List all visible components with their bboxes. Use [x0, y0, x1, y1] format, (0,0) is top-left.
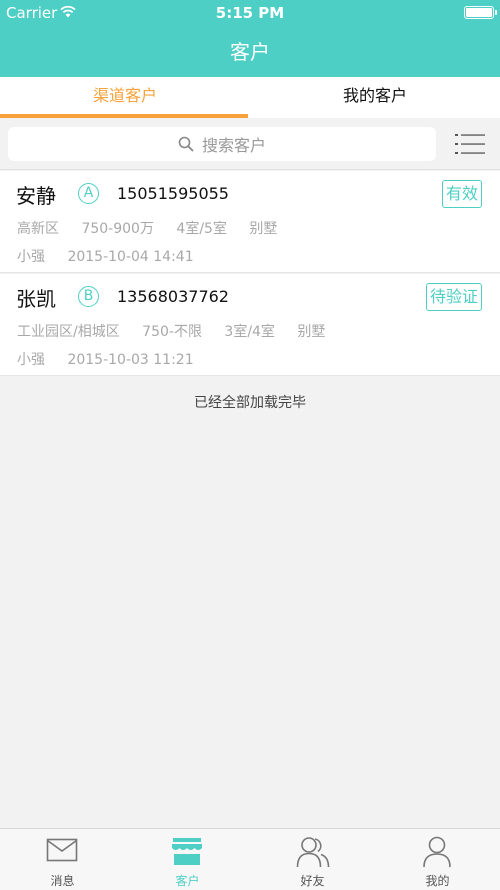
tabbar-label: 消息	[50, 874, 75, 888]
agent-name: 小强	[17, 352, 45, 368]
customer-name: 张凯	[16, 287, 56, 311]
room-layout: 3室/4室	[224, 324, 275, 340]
budget: 750-不限	[142, 324, 202, 340]
search-row: 搜索客户	[0, 118, 500, 170]
nav-header: Carrier 5:15 PM 客户	[0, 0, 500, 77]
customer-name: 安静	[16, 184, 56, 208]
friends-icon	[296, 837, 330, 868]
grade-badge: A	[78, 183, 99, 204]
customer-footer: 小强 2015-10-04 14:41	[17, 246, 212, 266]
customer-requirements: 工业园区/相城区 750-不限 3室/4室 别墅	[17, 321, 343, 341]
customer-card[interactable]: 安静 A 15051595055 有效 高新区 750-900万 4室/5室 别…	[0, 171, 500, 273]
tabbar-label: 我的	[425, 874, 450, 888]
status-bar: Carrier 5:15 PM	[0, 0, 500, 26]
battery-icon	[464, 6, 497, 19]
list-end-message: 已经全部加载完毕	[194, 395, 306, 411]
person-icon	[423, 836, 451, 868]
list-menu-icon[interactable]	[455, 132, 485, 156]
page-title: 客户	[230, 40, 270, 64]
search-input[interactable]: 搜索客户	[8, 127, 436, 161]
created-time: 2015-10-04 14:41	[67, 249, 194, 265]
grade-badge: B	[78, 286, 99, 307]
created-time: 2015-10-03 11:21	[67, 352, 194, 368]
tabbar-label: 客户	[175, 874, 200, 888]
search-placeholder: 搜索客户	[201, 136, 266, 155]
customer-card[interactable]: 张凯 B 13568037762 待验证 工业园区/相城区 750-不限 3室/…	[0, 274, 500, 376]
mail-icon	[46, 838, 78, 862]
room-layout: 4室/5室	[176, 221, 227, 237]
tabbar-item-customers[interactable]: 客户	[125, 829, 250, 890]
tabbar-item-messages[interactable]: 消息	[0, 829, 125, 890]
store-icon	[172, 838, 202, 865]
customer-phone[interactable]: 15051595055	[117, 184, 229, 203]
tab-my-customers[interactable]: 我的客户	[250, 77, 500, 118]
agent-name: 小强	[17, 249, 45, 265]
property-type: 别墅	[297, 324, 326, 340]
customer-footer: 小强 2015-10-03 11:21	[17, 349, 212, 369]
search-icon	[178, 136, 194, 152]
property-type: 别墅	[249, 221, 278, 237]
tabbar-item-me[interactable]: 我的	[375, 829, 500, 890]
status-badge: 待验证	[425, 283, 482, 311]
customer-requirements: 高新区 750-900万 4室/5室 别墅	[17, 218, 295, 238]
bottom-tab-bar: 消息 客户 好友 我的	[0, 828, 500, 890]
district: 高新区	[17, 221, 59, 237]
tab-channel-customers[interactable]: 渠道客户	[0, 77, 250, 118]
tabbar-item-friends[interactable]: 好友	[250, 829, 375, 890]
status-badge: 有效	[441, 180, 482, 208]
district: 工业园区/相城区	[17, 324, 120, 340]
customer-phone[interactable]: 13568037762	[117, 287, 229, 306]
budget: 750-900万	[81, 221, 154, 237]
clock: 5:15 PM	[215, 4, 285, 22]
segment-tabs: 渠道客户 我的客户	[0, 77, 500, 118]
tabbar-label: 好友	[300, 874, 325, 888]
